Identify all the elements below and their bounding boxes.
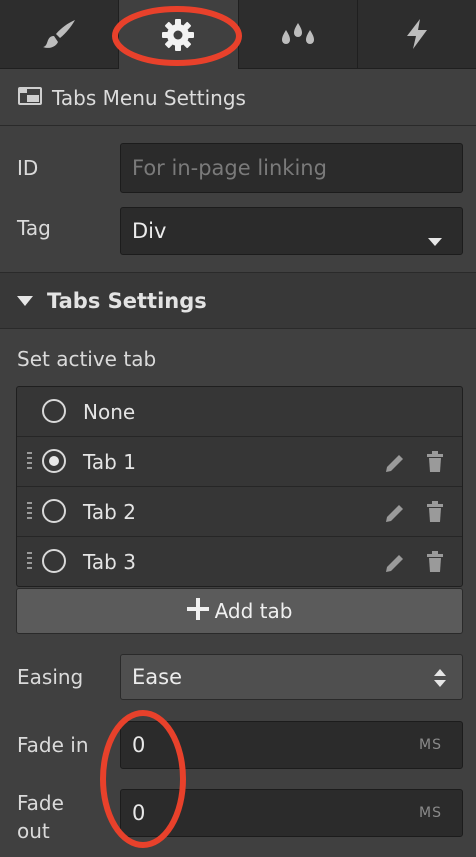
tab-interactions[interactable]	[238, 0, 358, 69]
easing-select-value: Ease	[132, 665, 182, 689]
tab-list-item-none[interactable]: None	[17, 387, 462, 437]
fade-in-label: Fade in	[17, 733, 89, 757]
radio-tab-2[interactable]	[42, 499, 66, 523]
panel-tab-bar	[0, 0, 476, 69]
fade-in-unit: MS	[419, 737, 442, 753]
tab-settings[interactable]	[119, 0, 239, 69]
fade-in-value: 0	[132, 733, 146, 757]
id-input[interactable]	[120, 143, 463, 193]
fade-out-label-line2: out	[17, 819, 50, 843]
tab-list-item-label: Tab 2	[83, 499, 136, 524]
caret-down-icon	[428, 227, 442, 251]
element-settings-title: Tabs Menu Settings	[52, 85, 246, 110]
set-active-tab-label: Set active tab	[17, 347, 157, 371]
add-tab-label: Add tab	[214, 599, 293, 623]
element-settings-header: Tabs Menu Settings	[0, 70, 476, 126]
fade-out-label-line1: Fade	[17, 791, 64, 815]
tag-select-value: Div	[132, 219, 167, 243]
pencil-icon[interactable]	[384, 502, 406, 528]
trash-icon[interactable]	[426, 501, 444, 527]
select-updown-icon	[434, 668, 446, 693]
fade-in-input[interactable]: 0 MS	[120, 721, 463, 769]
fade-out-input[interactable]: 0 MS	[120, 789, 463, 837]
drops-icon	[279, 21, 317, 47]
fade-out-label: Fade out	[17, 789, 64, 845]
gear-icon	[161, 18, 195, 52]
caret-down-icon	[17, 291, 33, 310]
tab-list-item-label: Tab 3	[83, 550, 136, 574]
easing-label: Easing	[17, 665, 84, 689]
tab-style[interactable]	[0, 0, 120, 69]
drag-handle-icon[interactable]	[27, 451, 33, 477]
radio-none[interactable]	[42, 399, 66, 423]
pencil-icon[interactable]	[384, 552, 406, 578]
easing-select[interactable]: Ease	[120, 654, 463, 700]
tab-list-item-tab2[interactable]: Tab 2	[17, 487, 462, 537]
tab-list-item-label: None	[83, 399, 136, 424]
tab-list-item-label: Tab 1	[83, 449, 136, 474]
tag-select[interactable]: Div	[120, 207, 463, 255]
add-tab-button[interactable]: Add tab	[16, 588, 463, 634]
tab-list: None Tab 1 Tab 2 Tab 3	[16, 386, 463, 587]
tab-list-item-tab1[interactable]: Tab 1	[17, 437, 462, 487]
tabs-settings-header[interactable]: Tabs Settings	[0, 272, 476, 329]
fade-out-unit: MS	[419, 805, 442, 821]
tabs-menu-icon	[18, 86, 42, 109]
tag-label: Tag	[17, 216, 51, 240]
tab-lightning[interactable]	[357, 0, 476, 69]
drag-handle-icon[interactable]	[27, 501, 33, 527]
trash-icon[interactable]	[426, 451, 444, 477]
tabs-settings-title: Tabs Settings	[47, 288, 207, 313]
trash-icon[interactable]	[426, 551, 444, 577]
drag-handle-icon[interactable]	[27, 551, 33, 577]
pencil-icon[interactable]	[384, 452, 406, 478]
id-label: ID	[17, 156, 39, 180]
radio-tab-3[interactable]	[42, 549, 66, 573]
plus-icon	[186, 597, 209, 625]
fade-out-value: 0	[132, 801, 146, 825]
radio-tab-1[interactable]	[42, 449, 66, 473]
tab-list-item-tab3[interactable]: Tab 3	[17, 537, 462, 586]
paintbrush-icon	[42, 19, 76, 49]
lightning-icon	[404, 18, 430, 50]
